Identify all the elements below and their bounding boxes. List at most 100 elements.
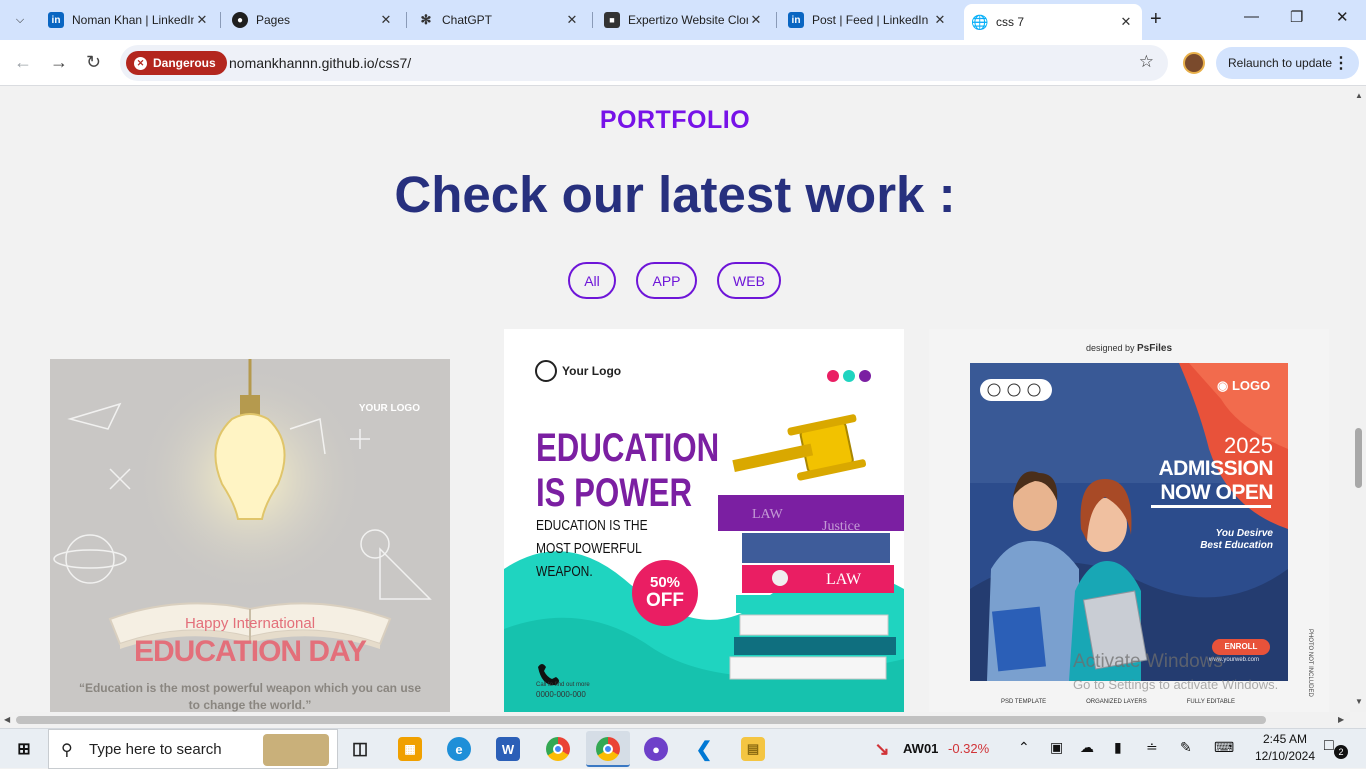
filter-app-button[interactable]: APP — [636, 262, 697, 299]
task-view-icon[interactable]: ◫ — [348, 737, 372, 761]
meet-now-icon[interactable]: ▣ — [1050, 739, 1063, 756]
close-tab-icon[interactable]: ✕ — [748, 12, 764, 28]
footer-feature: FULLY EDITABLE — [1186, 699, 1236, 705]
back-arrow-icon[interactable]: ← — [14, 52, 32, 73]
github-desktop-icon[interactable]: ● — [644, 737, 668, 761]
filter-all-button[interactable]: All — [568, 262, 616, 299]
horizontal-scroll-thumb[interactable] — [16, 716, 1266, 724]
github-icon: ● — [232, 12, 248, 28]
windows-taskbar: ⊞ ⚲ Type here to search ◫ ▦ e W ● ❮ ▤ ↘ … — [0, 728, 1366, 769]
reload-icon[interactable]: ↻ — [86, 52, 101, 73]
file-explorer-icon[interactable]: ▤ — [741, 737, 765, 761]
contact-card-icon: ■ — [604, 12, 620, 28]
chrome-profile-icon[interactable] — [596, 737, 620, 761]
card-quote-line1: “Education is the most powerful weapon w… — [78, 681, 422, 695]
portfolio-card-education-day[interactable]: YOUR LOGO Happy International EDUCATION … — [50, 359, 450, 712]
edge-browser-icon[interactable]: e — [447, 737, 471, 761]
filter-web-button[interactable]: WEB — [717, 262, 781, 299]
forward-arrow-icon[interactable]: → — [50, 52, 68, 73]
tab-linkedin-feed[interactable]: in Post | Feed | LinkedIn ✕ — [780, 4, 956, 36]
windows-start-icon[interactable]: ⊞ — [12, 737, 36, 761]
search-icon: ⚲ — [61, 742, 73, 759]
footer-feature: ORGANIZED LAYERS — [1086, 699, 1147, 705]
close-tab-icon[interactable]: ✕ — [194, 12, 210, 28]
card-footer-features: PSD TEMPLATE ORGANIZED LAYERS FULLY EDIT… — [1001, 699, 1235, 705]
card-title-line1: ADMISSION — [1158, 457, 1273, 480]
tab-title: css 7 — [996, 15, 1025, 29]
tab-chatgpt[interactable]: ✻ ChatGPT ✕ — [410, 4, 588, 36]
close-tab-icon[interactable]: ✕ — [1118, 14, 1134, 30]
wifi-icon[interactable]: ≐ — [1146, 739, 1158, 756]
restore-window-icon[interactable]: ❐ — [1290, 8, 1303, 26]
card-title-line2: IS POWER — [536, 471, 693, 515]
linkedin-icon: in — [788, 12, 804, 28]
portfolio-card-education-power[interactable]: Your Logo EDUCATION IS POWER EDUCATION I… — [504, 329, 904, 712]
book-spine-label: LAW — [826, 571, 862, 588]
vertical-scrollbar[interactable]: ▲ ▼ — [1350, 87, 1366, 712]
word-icon[interactable]: W — [496, 737, 520, 761]
security-warning-label: Dangerous — [153, 56, 216, 70]
close-tab-icon[interactable]: ✕ — [564, 12, 580, 28]
horizontal-scrollbar[interactable]: ◀ ▶ — [0, 712, 1350, 728]
tab-divider — [776, 12, 777, 28]
stock-ticker-name[interactable]: AW01 — [903, 741, 938, 756]
security-warning-chip[interactable]: ✕ Dangerous — [126, 51, 227, 75]
tab-divider — [220, 12, 221, 28]
pen-workspace-icon[interactable]: ✎ — [1180, 739, 1192, 756]
close-tab-icon[interactable]: ✕ — [932, 12, 948, 28]
scroll-right-arrow-icon[interactable]: ▶ — [1338, 715, 1344, 724]
enroll-button-text: ENROLL — [1224, 642, 1258, 651]
battery-icon[interactable]: ▮ — [1114, 739, 1122, 756]
address-bar[interactable]: ✕ Dangerous nomankhannn.github.io/css7/ … — [120, 45, 1168, 81]
close-tab-icon[interactable]: ✕ — [378, 12, 394, 28]
relaunch-update-button[interactable]: Relaunch to update ⋮ — [1216, 47, 1359, 79]
notification-center-icon[interactable]: □ — [1324, 737, 1334, 755]
book-spine-label: Justice — [822, 519, 861, 534]
card-title-line2: NOW OPEN — [1160, 481, 1273, 504]
card-year: 2025 — [1224, 433, 1273, 458]
minimize-icon[interactable]: — — [1244, 8, 1259, 25]
scroll-left-arrow-icon[interactable]: ◀ — [4, 715, 10, 724]
chrome-icon[interactable] — [546, 737, 570, 761]
close-window-icon[interactable]: ✕ — [1336, 8, 1349, 26]
card-side-text: PHOTO NOT INCLUDED — [1307, 629, 1313, 697]
card-subtitle-line1: EDUCATION IS THE — [536, 517, 648, 534]
new-tab-plus-icon[interactable]: + — [1150, 8, 1162, 30]
keyboard-icon[interactable]: ⌨ — [1214, 739, 1234, 756]
card-tagline-line1: You Desirve — [1215, 528, 1273, 539]
url-text[interactable]: nomankhannn.github.io/css7/ — [229, 55, 411, 71]
call-number: 0000-000-000 — [536, 690, 586, 699]
card-title: EDUCATION DAY — [133, 635, 367, 668]
tab-css7-active[interactable]: 🌐 css 7 ✕ — [964, 4, 1142, 40]
profile-avatar[interactable] — [1183, 52, 1205, 74]
card-title-line1: EDUCATION — [536, 426, 720, 470]
taskbar-search-box[interactable]: ⚲ Type here to search — [48, 729, 338, 769]
globe-icon: 🌐 — [971, 13, 989, 30]
stock-chart-icon[interactable]: ↘ — [870, 737, 894, 761]
discount-badge-value: 50% — [649, 574, 681, 591]
show-hidden-icons-chevron-icon[interactable]: ⌃ — [1018, 739, 1030, 756]
scroll-down-arrow-icon[interactable]: ▼ — [1355, 697, 1363, 706]
browser-toolbar: ← → ↻ ✕ Dangerous nomankhannn.github.io/… — [0, 40, 1366, 86]
tab-search-chevron-icon[interactable]: ⌵ — [8, 8, 32, 32]
clock-time[interactable]: 2:45 AM — [1250, 732, 1320, 746]
tab-title: ChatGPT — [442, 13, 493, 27]
scroll-up-arrow-icon[interactable]: ▲ — [1355, 91, 1363, 100]
vscode-icon[interactable]: ❮ — [692, 737, 716, 761]
more-menu-icon[interactable]: ⋮ — [1333, 53, 1349, 73]
page-viewport: PORTFOLIO Check our latest work : All AP… — [0, 87, 1350, 712]
tab-expertizo-clone[interactable]: ■ Expertizo Website Clone ✕ — [596, 4, 772, 36]
vertical-scroll-thumb[interactable] — [1355, 428, 1362, 488]
card-logo-text: LOGO — [1231, 378, 1271, 393]
tab-github-pages[interactable]: ● Pages ✕ — [224, 4, 402, 36]
clock-date[interactable]: 12/10/2024 — [1250, 749, 1320, 763]
onedrive-cloud-icon[interactable]: ☁ — [1080, 739, 1094, 756]
stock-change-value: -0.32% — [948, 741, 990, 756]
logo-mark-icon: ◉ — [1217, 378, 1229, 393]
microsoft-store-icon[interactable]: ▦ — [398, 737, 422, 761]
browser-tab-strip: ⌵ in Noman Khan | LinkedIn ✕ ● Pages ✕ ✻… — [0, 0, 1366, 40]
card-quote-line2: to change the world.” — [188, 698, 312, 712]
bookmark-star-icon[interactable]: ☆ — [1139, 52, 1154, 72]
card-logo-text: YOUR LOGO — [358, 403, 420, 414]
tab-linkedin-profile[interactable]: in Noman Khan | LinkedIn ✕ — [40, 4, 218, 36]
